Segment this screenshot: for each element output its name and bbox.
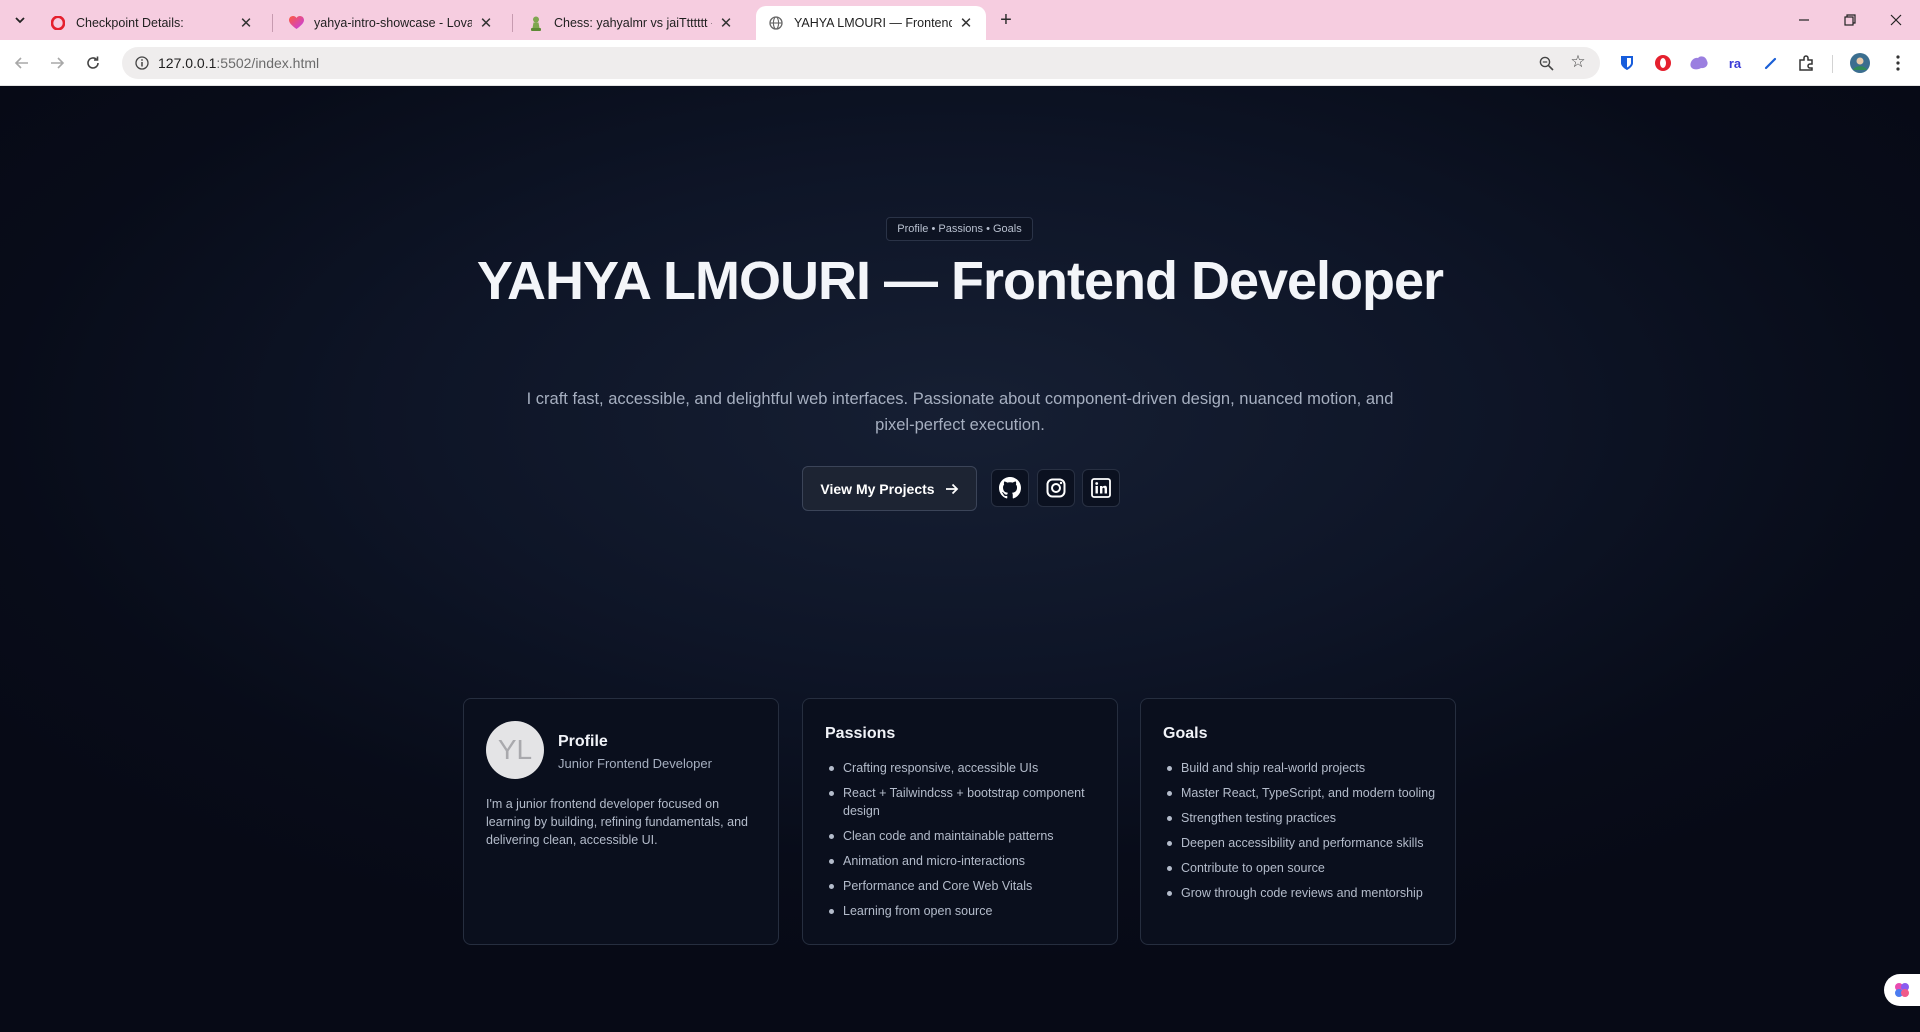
bookmark-star-icon[interactable]: ☆	[1568, 52, 1588, 72]
zoom-icon[interactable]	[1536, 53, 1556, 73]
instagram-link[interactable]	[1037, 469, 1075, 507]
close-icon	[1890, 14, 1902, 26]
site-info-icon[interactable]	[132, 53, 152, 73]
goals-heading: Goals	[1163, 725, 1208, 742]
ra-extension-icon[interactable]: ra	[1725, 53, 1745, 73]
pen-extension-icon[interactable]	[1761, 53, 1781, 73]
profile-avatar-icon[interactable]	[1850, 53, 1870, 73]
profile-bio: I'm a junior frontend developer focused …	[486, 797, 748, 847]
tab-title: Checkpoint Details:	[76, 16, 184, 30]
list-item: Crafting responsive, accessible UIs	[825, 759, 1110, 777]
tab-title: yahya-intro-showcase - Lovable	[314, 16, 472, 30]
linkedin-link[interactable]	[1082, 469, 1120, 507]
view-projects-label: View My Projects	[820, 480, 935, 497]
opera-extension-icon[interactable]	[1653, 53, 1673, 73]
chevron-down-icon	[15, 17, 25, 24]
tab-yahya-portfolio[interactable]: YAHYA LMOURI — Frontend De ✕	[756, 6, 986, 40]
close-icon[interactable]: ✕	[238, 14, 254, 32]
forward-button[interactable]	[45, 51, 69, 75]
tab-divider	[272, 14, 273, 32]
tab-strip: Checkpoint Details: ✕ yahya-intro-showca…	[0, 0, 1920, 40]
list-item: Performance and Core Web Vitals	[825, 877, 1110, 895]
lovable-heart-icon	[288, 15, 304, 31]
instagram-icon	[1046, 478, 1066, 498]
list-item: Build and ship real-world projects	[1163, 759, 1448, 777]
profile-card: YL Profile Junior Frontend Developer I'm…	[463, 698, 779, 945]
list-item: Animation and micro-interactions	[825, 852, 1110, 870]
minimize-button[interactable]	[1782, 6, 1826, 34]
list-item: Deepen accessibility and performance ski…	[1163, 834, 1448, 852]
hero-title: YAHYA LMOURI — Frontend Developer	[476, 251, 1444, 311]
floating-extension-button[interactable]	[1884, 974, 1920, 1006]
chess-pawn-icon	[528, 15, 544, 31]
extensions-puzzle-icon[interactable]	[1797, 53, 1817, 73]
close-icon[interactable]: ✕	[958, 14, 974, 32]
list-item: React + Tailwindcss + bootstrap componen…	[825, 784, 1110, 820]
list-item: Contribute to open source	[1163, 859, 1448, 877]
tab-divider	[512, 14, 513, 32]
passions-list: Crafting responsive, accessible UIs Reac…	[825, 759, 1110, 927]
arrow-right-icon	[945, 483, 958, 494]
reload-button[interactable]	[81, 51, 105, 75]
view-projects-button[interactable]: View My Projects	[802, 466, 977, 511]
close-icon[interactable]: ✕	[478, 14, 494, 32]
tab-title: Chess: yahyalmr vs jaiTtttttt - 14	[554, 16, 712, 30]
back-button[interactable]	[10, 51, 34, 75]
tab-lovable[interactable]: yahya-intro-showcase - Lovable ✕	[276, 6, 506, 40]
list-item: Clean code and maintainable patterns	[825, 827, 1110, 845]
opera-icon	[50, 15, 66, 31]
plus-icon: +	[1000, 8, 1012, 31]
url-text: 127.0.0.1:5502/index.html	[158, 55, 319, 71]
new-tab-button[interactable]: +	[994, 8, 1018, 32]
arrow-left-icon	[14, 57, 28, 69]
close-window-button[interactable]	[1874, 6, 1918, 34]
url-host: 127.0.0.1	[158, 55, 217, 71]
restore-button[interactable]	[1828, 6, 1872, 34]
passions-card: Passions Crafting responsive, accessible…	[802, 698, 1118, 945]
list-item: Strengthen testing practices	[1163, 809, 1448, 827]
brain-icon	[1895, 983, 1909, 997]
passions-heading: Passions	[825, 725, 896, 742]
avatar: YL	[486, 721, 544, 779]
address-bar[interactable]: 127.0.0.1:5502/index.html ☆	[122, 47, 1600, 79]
arrow-right-icon	[51, 57, 65, 69]
url-path: :5502/index.html	[216, 55, 320, 71]
toolbar-divider	[1832, 55, 1833, 73]
linkedin-icon	[1091, 478, 1111, 498]
portfolio-page: Profile • Passions • Goals YAHYA LMOURI …	[0, 86, 1920, 1032]
goals-list: Build and ship real-world projects Maste…	[1163, 759, 1448, 909]
github-icon	[999, 477, 1021, 499]
browser-menu-button[interactable]	[1888, 53, 1908, 73]
profile-heading: Profile	[558, 733, 608, 750]
bitwarden-extension-icon[interactable]	[1617, 53, 1637, 73]
tab-title: YAHYA LMOURI — Frontend De	[794, 16, 952, 30]
list-item: Learning from open source	[825, 902, 1110, 920]
browser-toolbar: 127.0.0.1:5502/index.html ☆ ra	[0, 40, 1920, 86]
goals-card: Goals Build and ship real-world projects…	[1140, 698, 1456, 945]
tab-chess[interactable]: Chess: yahyalmr vs jaiTtttttt - 14 ✕	[516, 6, 746, 40]
tab-checkpoint-details[interactable]: Checkpoint Details: ✕	[38, 6, 266, 40]
hero-subtitle: I craft fast, accessible, and delightful…	[526, 390, 1394, 434]
close-icon[interactable]: ✕	[718, 14, 734, 32]
globe-icon	[768, 15, 784, 31]
tab-search-button[interactable]	[8, 8, 32, 32]
hero-eyebrow-badge: Profile • Passions • Goals	[886, 217, 1033, 241]
github-link[interactable]	[991, 469, 1029, 507]
list-item: Master React, TypeScript, and modern too…	[1163, 784, 1448, 802]
profile-role: Junior Frontend Developer	[558, 756, 712, 771]
restore-icon	[1844, 14, 1856, 26]
more-vertical-icon	[1896, 55, 1900, 71]
reload-icon	[87, 56, 99, 69]
list-item: Grow through code reviews and mentorship	[1163, 884, 1448, 902]
brain-extension-icon[interactable]	[1689, 53, 1709, 73]
minimize-icon	[1799, 19, 1809, 21]
